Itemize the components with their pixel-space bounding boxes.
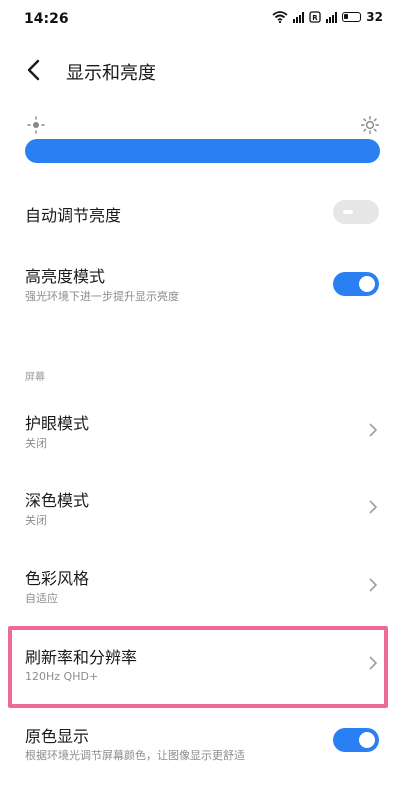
status-icons: R 32 bbox=[272, 10, 383, 24]
battery-level: 32 bbox=[366, 10, 383, 24]
auto-brightness-row[interactable]: 自动调节亮度 bbox=[0, 190, 405, 240]
high-brightness-subtitle: 强光环境下进一步提升显示亮度 bbox=[25, 290, 179, 303]
color-style-label: 色彩风格 bbox=[25, 569, 90, 588]
original-color-label: 原色显示 bbox=[25, 727, 90, 746]
dark-mode-label: 深色模式 bbox=[25, 491, 90, 510]
section-header-screen: 屏幕 bbox=[25, 372, 45, 383]
original-color-subtitle: 根据环境光调节屏幕颜色，让图像显示更舒适 bbox=[25, 749, 245, 762]
chevron-right-icon bbox=[369, 656, 378, 670]
color-style-value: 自适应 bbox=[25, 592, 58, 605]
signal-icon-2 bbox=[326, 11, 338, 23]
chevron-right-icon bbox=[369, 500, 378, 514]
brightness-slider[interactable] bbox=[25, 139, 380, 163]
chevron-right-icon bbox=[369, 423, 378, 437]
status-bar: 14:26 R 32 bbox=[0, 0, 405, 38]
refresh-rate-value: 120Hz QHD+ bbox=[25, 670, 99, 683]
dark-mode-value: 关闭 bbox=[25, 514, 47, 527]
signal-icon-1 bbox=[293, 11, 305, 23]
auto-brightness-toggle[interactable] bbox=[333, 200, 379, 224]
high-brightness-toggle[interactable] bbox=[333, 272, 379, 296]
header: 显示和亮度 bbox=[0, 52, 405, 88]
back-arrow-icon[interactable] bbox=[22, 58, 46, 82]
page-title: 显示和亮度 bbox=[66, 63, 156, 84]
original-color-row[interactable]: 原色显示 根据环境光调节屏幕颜色，让图像显示更舒适 bbox=[0, 715, 405, 775]
dark-mode-row[interactable]: 深色模式 关闭 bbox=[0, 477, 405, 537]
eye-protection-row[interactable]: 护眼模式 关闭 bbox=[0, 400, 405, 460]
eye-protection-label: 护眼模式 bbox=[25, 414, 90, 433]
color-style-row[interactable]: 色彩风格 自适应 bbox=[0, 555, 405, 615]
wifi-icon bbox=[272, 11, 288, 23]
battery-icon bbox=[342, 12, 362, 22]
eye-protection-value: 关闭 bbox=[25, 437, 47, 450]
brightness-low-icon bbox=[27, 116, 45, 134]
original-color-toggle[interactable] bbox=[333, 728, 379, 752]
brightness-high-icon bbox=[361, 116, 379, 134]
hd-signal-icon: R bbox=[309, 11, 321, 23]
high-brightness-label: 高亮度模式 bbox=[25, 267, 106, 286]
high-brightness-row[interactable]: 高亮度模式 强光环境下进一步提升显示亮度 bbox=[0, 255, 405, 315]
chevron-right-icon bbox=[369, 578, 378, 592]
auto-brightness-label: 自动调节亮度 bbox=[25, 206, 122, 225]
refresh-rate-row[interactable]: 刷新率和分辨率 120Hz QHD+ bbox=[0, 634, 405, 700]
svg-text:R: R bbox=[313, 14, 319, 22]
refresh-rate-label: 刷新率和分辨率 bbox=[25, 648, 138, 667]
status-time: 14:26 bbox=[24, 11, 69, 27]
